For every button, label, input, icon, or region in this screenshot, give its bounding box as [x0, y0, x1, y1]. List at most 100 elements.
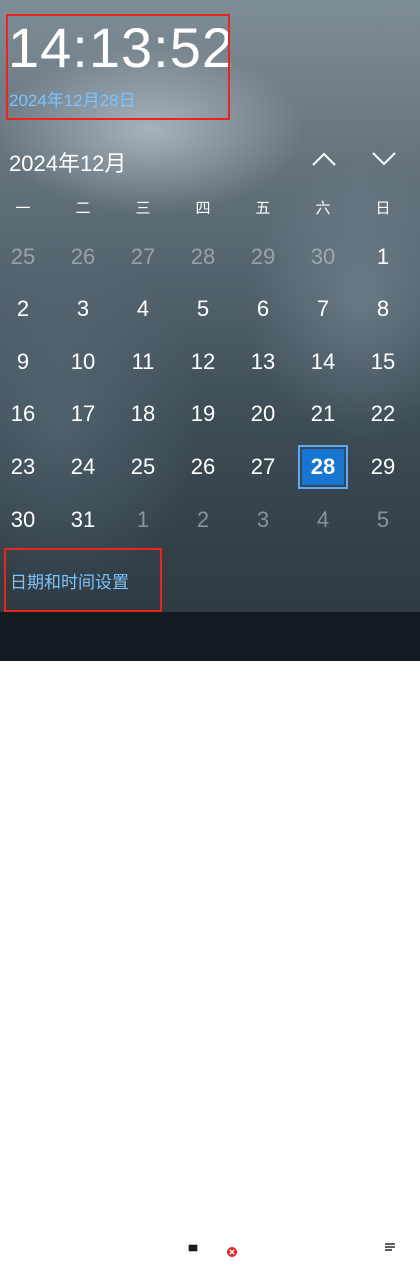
calendar-day-number: 30 [10, 507, 36, 532]
previous-month-button[interactable] [304, 144, 344, 174]
calendar-day[interactable]: 29 [233, 231, 293, 283]
calendar-day-number: 29 [370, 454, 396, 479]
calendar-day[interactable]: 7 [293, 283, 353, 335]
calendar-day-number: 28 [302, 449, 344, 485]
calendar-day-number: 26 [70, 244, 96, 269]
calendar-day-number: 4 [136, 296, 150, 321]
calendar-day[interactable]: 18 [113, 388, 173, 440]
taskbar-clock-time[interactable]: 14:13 [272, 1228, 360, 1244]
calendar-day[interactable]: 31 [53, 494, 113, 546]
calendar-day-number: 25 [130, 454, 156, 479]
calendar-day-number: 15 [370, 349, 396, 374]
calendar-day[interactable]: 28 [173, 231, 233, 283]
calendar-day[interactable]: 3 [53, 283, 113, 335]
calendar-day[interactable]: 2 [173, 494, 233, 546]
calendar-day[interactable]: 20 [233, 388, 293, 440]
calendar-day-number: 3 [76, 296, 90, 321]
taskbar: 英 14:13 2024/12/28 CSDN @十七 [0, 612, 420, 1267]
calendar-day-number: 5 [196, 296, 210, 321]
chevron-up-icon [312, 152, 336, 166]
show-hidden-icons-button[interactable] [158, 1239, 176, 1257]
calendar-day[interactable]: 29 [353, 441, 413, 493]
volume-muted-icon [218, 1238, 237, 1257]
calendar-day[interactable]: 13 [233, 336, 293, 388]
calendar-day-number: 16 [10, 401, 36, 426]
calendar-day-number: 31 [70, 507, 96, 532]
action-center-button[interactable] [378, 1236, 402, 1262]
weekday-label: 四 [195, 200, 211, 217]
calendar-day-number: 18 [130, 401, 156, 426]
calendar-day[interactable]: 3 [233, 494, 293, 546]
network-button[interactable] [186, 1237, 208, 1257]
calendar-day[interactable]: 1 [353, 231, 413, 283]
calendar-day-number: 9 [16, 349, 30, 374]
calendar-day-number: 26 [190, 454, 216, 479]
calendar-day[interactable]: 17 [53, 388, 113, 440]
calendar-day-number: 10 [70, 349, 96, 374]
today-focus-frame: 28 [298, 445, 348, 489]
month-title[interactable]: 2024年12月 [9, 146, 126, 178]
calendar-day[interactable]: 12 [173, 336, 233, 388]
watermark-text: CSDN @十七 [302, 1251, 382, 1266]
weekday-label: 二 [75, 200, 91, 217]
calendar-day-number: 6 [256, 296, 270, 321]
calendar-day[interactable]: 25 [0, 231, 53, 283]
calendar-day[interactable]: 4 [293, 494, 353, 546]
calendar-day[interactable]: 6 [233, 283, 293, 335]
calendar-day-today[interactable]: 28 [293, 441, 353, 493]
calendar-day-number: 5 [376, 507, 390, 532]
calendar-day[interactable]: 10 [53, 336, 113, 388]
calendar-day[interactable]: 8 [353, 283, 413, 335]
calendar-day[interactable]: 27 [233, 441, 293, 493]
calendar-day-number: 7 [316, 296, 330, 321]
calendar-day-number: 27 [130, 244, 156, 269]
calendar-day-number: 20 [250, 401, 276, 426]
calendar-day-number: 29 [250, 244, 276, 269]
notification-icon [382, 1240, 398, 1257]
calendar-day[interactable]: 22 [353, 388, 413, 440]
calendar-day[interactable]: 23 [0, 441, 53, 493]
calendar-day[interactable]: 24 [53, 441, 113, 493]
calendar-day[interactable]: 27 [113, 231, 173, 283]
calendar-day[interactable]: 11 [113, 336, 173, 388]
calendar-day-number: 22 [370, 401, 396, 426]
calendar-day[interactable]: 9 [0, 336, 53, 388]
calendar-day-number: 27 [250, 454, 276, 479]
calendar-day[interactable]: 5 [173, 283, 233, 335]
calendar-day[interactable]: 26 [53, 231, 113, 283]
calendar-day-number: 14 [310, 349, 336, 374]
calendar-day-number: 8 [376, 296, 390, 321]
calendar-day[interactable]: 26 [173, 441, 233, 493]
calendar-day[interactable]: 1 [113, 494, 173, 546]
next-month-button[interactable] [364, 144, 404, 174]
calendar-day-number: 13 [250, 349, 276, 374]
weekday-label: 五 [255, 200, 271, 217]
weekday-label: 日 [375, 200, 391, 217]
calendar-day[interactable]: 5 [353, 494, 413, 546]
calendar-day[interactable]: 4 [113, 283, 173, 335]
calendar-day-number: 17 [70, 401, 96, 426]
calendar-day[interactable]: 19 [173, 388, 233, 440]
calendar-day[interactable]: 16 [0, 388, 53, 440]
clock-highlight-frame [6, 14, 230, 120]
calendar-day[interactable]: 21 [293, 388, 353, 440]
calendar-day[interactable]: 30 [0, 494, 53, 546]
calendar-day[interactable]: 2 [0, 283, 53, 335]
volume-button[interactable] [216, 1237, 240, 1259]
calendar-day-number: 1 [376, 244, 390, 269]
calendar-day-number: 25 [10, 244, 36, 269]
chevron-down-icon [372, 152, 396, 166]
calendar-day-number: 12 [190, 349, 216, 374]
calendar-day[interactable]: 30 [293, 231, 353, 283]
calendar-day-number: 19 [190, 401, 216, 426]
weekday-label: 一 [15, 200, 31, 217]
calendar-day-number: 11 [131, 349, 155, 374]
settings-highlight-frame [4, 548, 162, 612]
calendar-day[interactable]: 14 [293, 336, 353, 388]
calendar-day[interactable]: 25 [113, 441, 173, 493]
calendar-day-number: 2 [196, 507, 210, 532]
calendar-day-number: 21 [310, 401, 336, 426]
input-method-indicator[interactable]: 英 [246, 1236, 264, 1262]
calendar-day-number: 1 [136, 507, 150, 532]
calendar-day[interactable]: 15 [353, 336, 413, 388]
